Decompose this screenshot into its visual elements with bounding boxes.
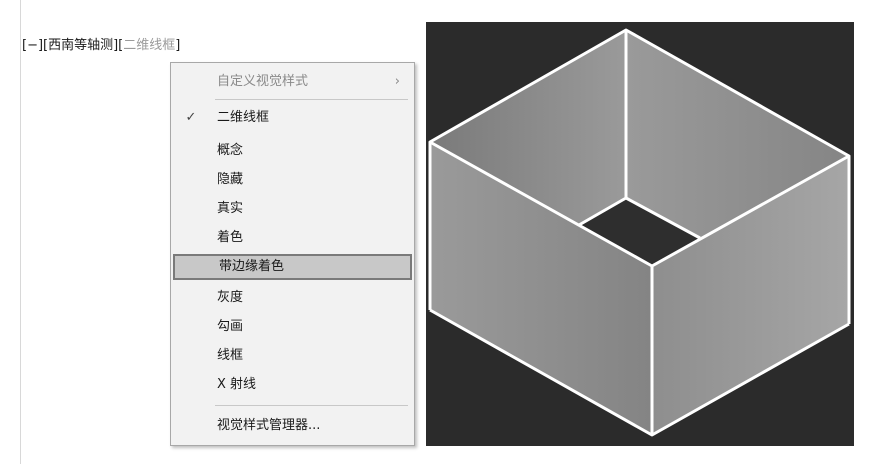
menu-item-sketchy[interactable]: 勾画: [173, 314, 412, 340]
menu-separator: [215, 99, 408, 100]
menu-item-x-ray[interactable]: X 射线: [173, 372, 412, 398]
menu-item-2d-wireframe[interactable]: ✓ 二维线框: [173, 105, 412, 131]
visual-style-menu: 自定义视觉样式 › ✓ 二维线框 概念 隐藏 真实 着色 带边缘着色 灰度 勾画…: [170, 62, 415, 446]
check-icon: ✓: [185, 110, 197, 125]
menu-item-label: 二维线框: [217, 110, 270, 125]
menu-item-realistic[interactable]: 真实: [173, 196, 412, 222]
menu-item-label: 勾画: [217, 319, 244, 334]
menu-item-label: 视觉样式管理器...: [217, 418, 321, 433]
menu-item-label: 灰度: [217, 290, 244, 305]
menu-item-label: 隐藏: [217, 172, 244, 187]
menu-item-hidden[interactable]: 隐藏: [173, 167, 412, 193]
menu-item-label: 概念: [217, 143, 244, 158]
submenu-arrow-icon: ›: [394, 74, 400, 89]
menu-item-label: 带边缘着色: [219, 259, 285, 274]
custom-visual-style-label: 自定义视觉样式: [217, 74, 309, 89]
menu-item-label: X 射线: [217, 377, 257, 392]
menu-item-label: 着色: [217, 230, 244, 245]
visual-style-label[interactable]: 二维线框: [123, 38, 175, 53]
custom-visual-style-item[interactable]: 自定义视觉样式 ›: [173, 69, 412, 95]
menu-item-shades-of-gray[interactable]: 灰度: [173, 285, 412, 311]
isometric-box-model: [428, 28, 851, 437]
drawing-viewport[interactable]: [426, 22, 854, 446]
menu-item-shaded[interactable]: 着色: [173, 225, 412, 251]
panel-divider: [20, 0, 21, 464]
menu-separator: [215, 405, 408, 406]
viewport-controls: [−][西南等轴测][二维线框]: [22, 36, 180, 56]
menu-item-wireframe[interactable]: 线框: [173, 343, 412, 369]
view-control-label[interactable]: [−][西南等轴测][: [22, 38, 123, 53]
label-bracket-close: ]: [175, 38, 181, 53]
menu-item-visual-styles-manager[interactable]: 视觉样式管理器...: [173, 413, 412, 439]
menu-item-label: 真实: [217, 201, 244, 216]
menu-item-conceptual[interactable]: 概念: [173, 138, 412, 164]
menu-item-label: 线框: [217, 348, 244, 363]
menu-item-shaded-with-edges[interactable]: 带边缘着色: [173, 254, 412, 280]
